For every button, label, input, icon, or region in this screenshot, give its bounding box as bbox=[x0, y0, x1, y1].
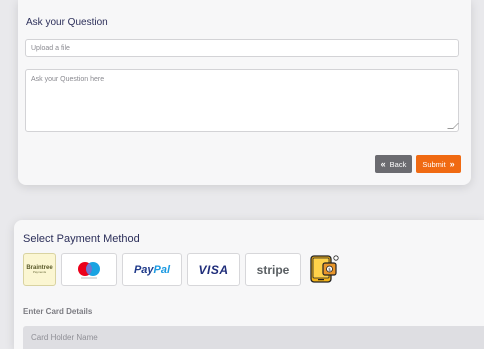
submit-button[interactable]: Submit » bbox=[416, 155, 461, 173]
payment-method-mastercard[interactable] bbox=[61, 253, 117, 286]
payment-panel: Select Payment Method Braintree Payments… bbox=[14, 220, 484, 349]
back-button[interactable]: « Back bbox=[375, 155, 412, 173]
question-textarea[interactable]: Ask your Question here bbox=[25, 69, 459, 132]
payment-method-stripe[interactable]: stripe bbox=[245, 253, 301, 286]
question-placeholder: Ask your Question here bbox=[31, 76, 105, 83]
upload-file-field[interactable]: Upload a file bbox=[25, 39, 459, 57]
visa-logo-icon: VISA bbox=[198, 262, 229, 277]
submit-label: Submit bbox=[422, 159, 446, 169]
card-details-label: Enter Card Details bbox=[23, 307, 93, 316]
double-chevron-right-icon: » bbox=[449, 159, 455, 169]
double-chevron-left-icon: « bbox=[380, 159, 386, 169]
mastercard-logo-icon bbox=[78, 261, 100, 278]
payment-method-paypal[interactable]: PayPal bbox=[122, 253, 182, 286]
svg-text:$: $ bbox=[328, 267, 331, 273]
payment-title: Select Payment Method bbox=[23, 233, 140, 245]
braintree-logo-icon: Braintree Payments bbox=[26, 265, 53, 274]
paypal-logo-icon: PayPal bbox=[133, 263, 171, 276]
payment-method-braintree[interactable]: Braintree Payments bbox=[23, 253, 56, 286]
question-panel: Ask your Question Upload a file Ask your… bbox=[18, 0, 471, 185]
payment-method-visa[interactable]: VISA bbox=[187, 253, 240, 286]
question-title: Ask your Question bbox=[26, 17, 108, 28]
payment-method-wallet[interactable]: $ bbox=[307, 253, 340, 286]
back-label: Back bbox=[389, 159, 407, 169]
stripe-logo-icon: stripe bbox=[256, 262, 290, 277]
wallet-icon: $ bbox=[310, 255, 339, 283]
card-holder-name-input[interactable]: Card Holder Name bbox=[23, 326, 484, 349]
resize-handle-icon[interactable] bbox=[447, 123, 459, 129]
